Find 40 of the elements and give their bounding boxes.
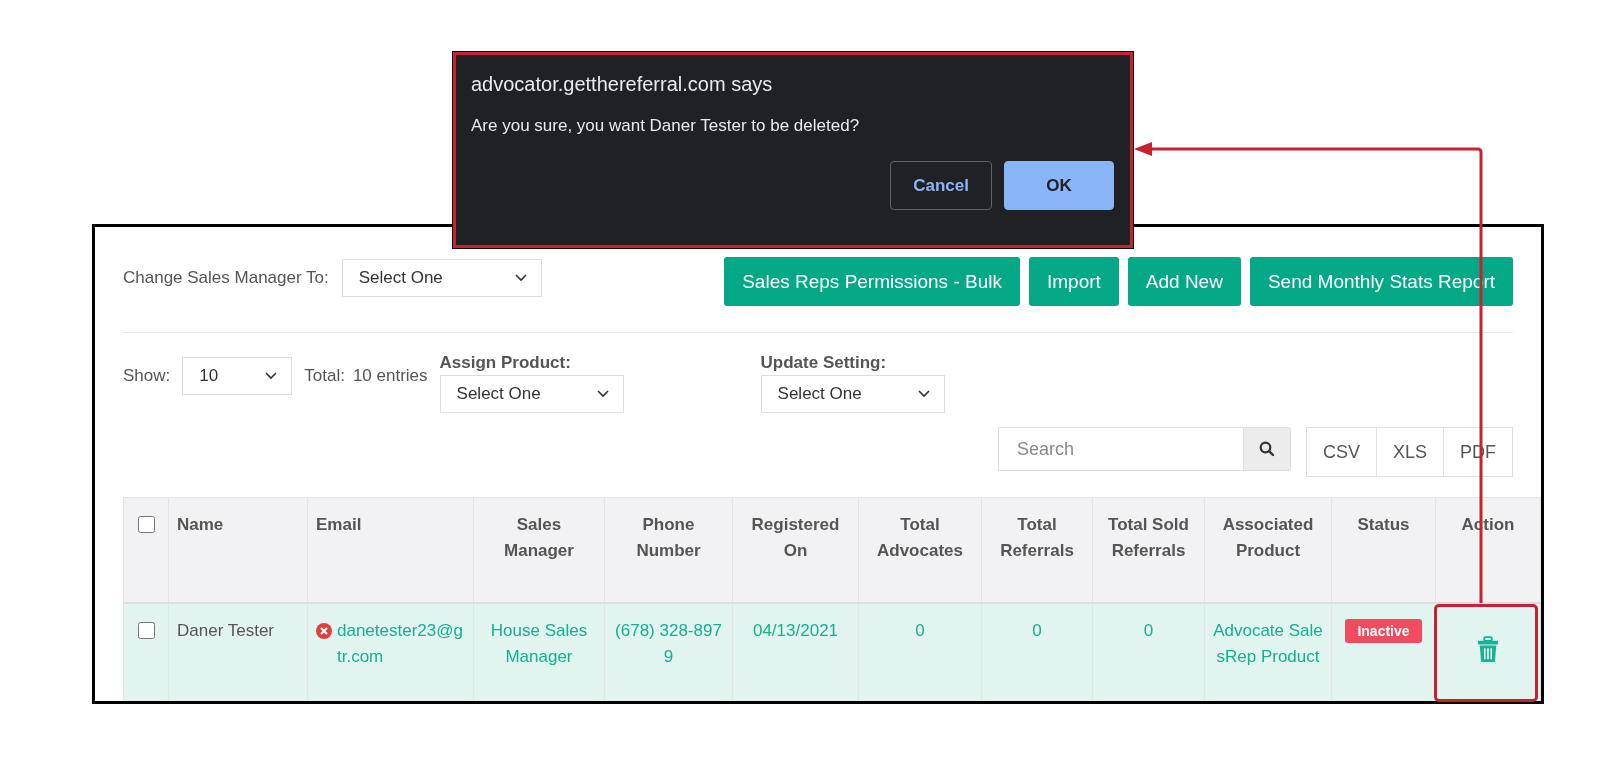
- column-header: Associated Product: [1204, 497, 1332, 603]
- chevron-icon: [596, 390, 609, 398]
- cancel-button[interactable]: Cancel: [890, 161, 992, 210]
- assign-product-select[interactable]: Select One: [439, 375, 624, 413]
- chevron-icon: [514, 273, 527, 282]
- assign-product-label: Assign Product:: [439, 353, 572, 373]
- sales-manager-select[interactable]: Select One: [341, 258, 542, 297]
- column-header: Total Advocates: [858, 497, 982, 603]
- trash-icon: [1477, 636, 1499, 664]
- column-header: Status: [1331, 497, 1436, 603]
- search-icon: [1258, 441, 1275, 457]
- page-size-select[interactable]: 10: [182, 357, 293, 395]
- name-cell-text: Daner Tester: [177, 620, 275, 642]
- total-label: Total:: [304, 365, 345, 387]
- toolbar-button[interactable]: Add New: [1127, 257, 1241, 306]
- chevron-icon: [917, 390, 930, 398]
- status-badge: Inactive: [1345, 619, 1422, 643]
- toolbar-button[interactable]: Sales Reps Permissions - Bulk: [724, 257, 1020, 306]
- column-header: Sales Manager: [473, 497, 605, 603]
- ok-button[interactable]: OK: [1004, 161, 1114, 210]
- search-button[interactable]: [1242, 427, 1291, 471]
- column-header: Registered On: [732, 497, 859, 603]
- total-entries: 10 entries: [352, 365, 428, 387]
- search-field[interactable]: Search: [997, 427, 1243, 471]
- column-header: Total Sold Referrals: [1092, 497, 1205, 603]
- column-header: Email: [307, 497, 474, 603]
- column-header: Name: [168, 497, 308, 603]
- dialog-message: Are you sure, you want Daner Tester to be deleted?: [471, 116, 861, 136]
- update-setting-label: Update Setting:: [760, 353, 888, 373]
- change-manager-label: Change Sales Manager To:: [123, 267, 329, 288]
- show-label: Show:: [123, 365, 171, 387]
- column-header: Phone Number: [604, 497, 733, 603]
- chevron-icon: [265, 372, 278, 380]
- column-header: Total Referrals: [981, 497, 1093, 603]
- dialog-title: advocator.getthereferral.com says: [471, 73, 774, 96]
- row-checkbox[interactable]: [137, 622, 155, 639]
- table-row[interactable]: Daner Tester danetester23@gtr.com House Sales Manager (678) 328-8979 04/13/2021 0 0 0 Advocate SalesRep Product Inactive: [123, 603, 1541, 701]
- select-all-checkbox[interactable]: [137, 516, 155, 533]
- toolbar-button[interactable]: Import: [1028, 257, 1119, 306]
- update-setting-select[interactable]: Select One: [760, 375, 945, 413]
